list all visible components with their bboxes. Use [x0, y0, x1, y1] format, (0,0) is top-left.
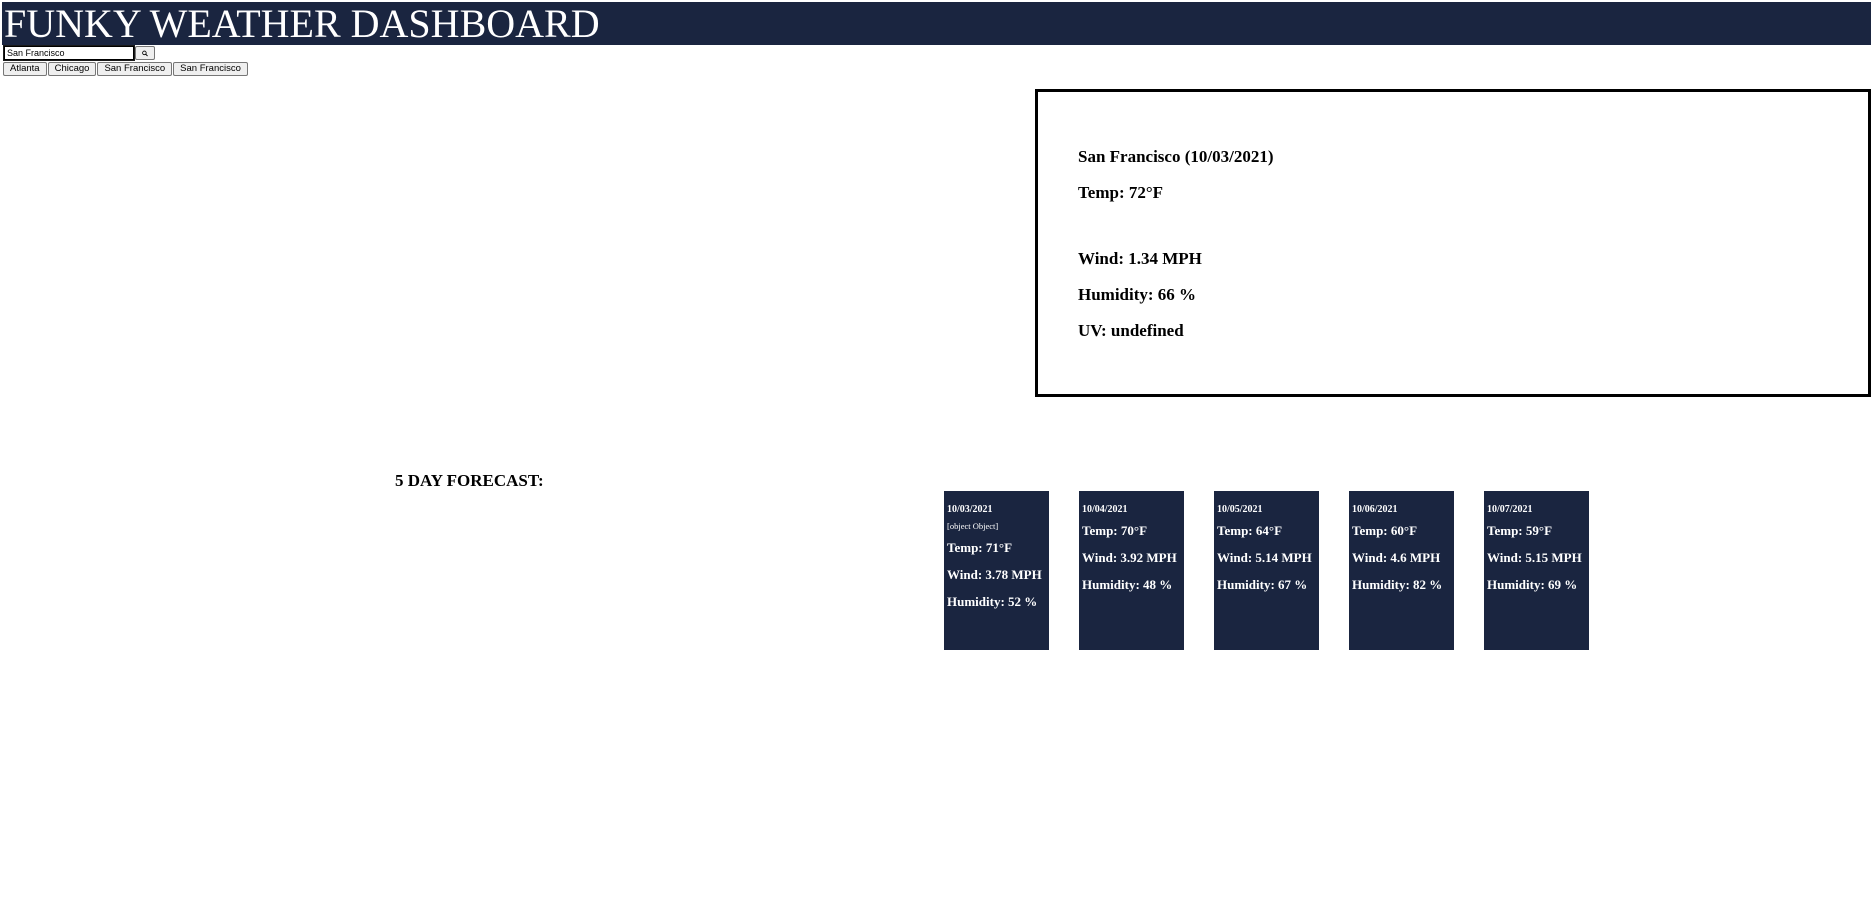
forecast-date: 10/06/2021 — [1352, 504, 1398, 515]
history-button-san-francisco[interactable]: San Francisco — [97, 62, 173, 76]
current-wind: Wind: 1.34 MPH — [1078, 249, 1202, 268]
forecast-humidity: Humidity: 82 % — [1352, 577, 1443, 592]
forecast-wind: Wind: 3.92 MPH — [1082, 550, 1177, 565]
forecast-card: 10/07/2021 Temp: 59°F Wind: 5.15 MPH Hum… — [1484, 491, 1589, 650]
current-humidity: Humidity: 66 % — [1078, 285, 1197, 304]
history-button-chicago[interactable]: Chicago — [47, 62, 97, 76]
forecast-date: 10/03/2021 — [947, 504, 993, 515]
forecast-humidity: Humidity: 67 % — [1217, 577, 1308, 592]
forecast-date: 10/07/2021 — [1487, 504, 1533, 515]
history-button-san-francisco-2[interactable]: San Francisco — [173, 62, 248, 76]
forecast-wind: Wind: 4.6 MPH — [1352, 550, 1441, 565]
forecast-temp: Temp: 70°F — [1082, 523, 1148, 538]
forecast-card: 10/04/2021 Temp: 70°F Wind: 3.92 MPH Hum… — [1079, 491, 1184, 650]
forecast-wind: Wind: 5.14 MPH — [1217, 550, 1312, 565]
search-history: Atlanta Chicago San Francisco San Franci… — [3, 62, 249, 76]
forecast-icon-text: [object Object] — [947, 521, 999, 531]
current-uv: UV: undefined — [1078, 321, 1184, 340]
current-weather-card: San Francisco (10/03/2021) Temp: 72°F Wi… — [1035, 89, 1871, 397]
history-button-atlanta[interactable]: Atlanta — [3, 62, 47, 76]
forecast-card: 10/05/2021 Temp: 64°F Wind: 5.14 MPH Hum… — [1214, 491, 1319, 650]
page-title: FUNKY WEATHER DASHBOARD — [4, 1, 600, 46]
search-input[interactable] — [3, 45, 135, 61]
forecast-temp: Temp: 59°F — [1487, 523, 1553, 538]
forecast-temp: Temp: 71°F — [947, 540, 1013, 555]
forecast-humidity: Humidity: 69 % — [1487, 577, 1578, 592]
current-temp: Temp: 72°F — [1078, 183, 1164, 202]
forecast-card: 10/06/2021 Temp: 60°F Wind: 4.6 MPH Humi… — [1349, 491, 1454, 650]
forecast-cards: 10/03/2021 [object Object] Temp: 71°F Wi… — [944, 491, 1619, 650]
search-button[interactable] — [135, 46, 155, 60]
forecast-title: 5 DAY FORECAST: — [395, 471, 544, 490]
search-icon — [142, 50, 148, 56]
forecast-temp: Temp: 64°F — [1217, 523, 1283, 538]
forecast-humidity: Humidity: 48 % — [1082, 577, 1173, 592]
forecast-date: 10/05/2021 — [1217, 504, 1263, 515]
forecast-wind: Wind: 5.15 MPH — [1487, 550, 1582, 565]
forecast-date: 10/04/2021 — [1082, 504, 1128, 515]
forecast-wind: Wind: 3.78 MPH — [947, 567, 1042, 582]
forecast-humidity: Humidity: 52 % — [947, 594, 1038, 609]
forecast-temp: Temp: 60°F — [1352, 523, 1418, 538]
forecast-card: 10/03/2021 [object Object] Temp: 71°F Wi… — [944, 491, 1049, 650]
page-header: FUNKY WEATHER DASHBOARD — [2, 1, 1871, 46]
current-city-date: San Francisco (10/03/2021) — [1078, 147, 1274, 166]
